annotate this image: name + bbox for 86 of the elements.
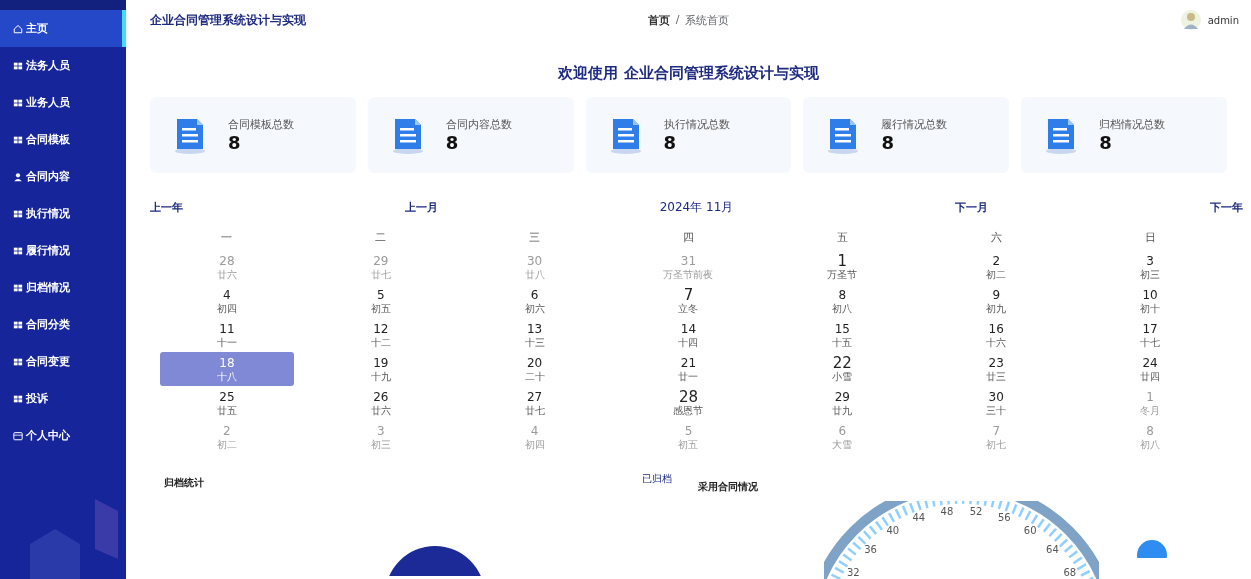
calendar-day[interactable]: 10 初十 bbox=[1083, 284, 1217, 318]
calendar-day[interactable]: 16 十六 bbox=[929, 318, 1064, 352]
calendar-day[interactable]: 21 廿一 bbox=[621, 352, 756, 386]
welcome-heading: 欢迎使用 企业合同管理系统设计与实现 bbox=[557, 64, 820, 83]
prev-month-button[interactable]: 上一月 bbox=[404, 200, 438, 215]
calendar-day[interactable]: 20 二十 bbox=[467, 352, 602, 386]
chart-legend: 已归档 bbox=[641, 472, 672, 486]
sidebar-item[interactable]: 合同模板 bbox=[0, 121, 126, 158]
grid-icon bbox=[13, 393, 23, 404]
weekday-label: 二 bbox=[374, 230, 388, 246]
calendar-day[interactable]: 15 十五 bbox=[775, 318, 910, 352]
next-year-button[interactable]: 下一年 bbox=[1210, 200, 1243, 215]
weekday-label: 五 bbox=[835, 230, 849, 246]
grid-icon bbox=[13, 282, 23, 293]
app-title: 企业合同管理系统设计与实现 bbox=[150, 11, 307, 29]
sidebar-item[interactable]: 合同分类 bbox=[0, 306, 126, 343]
sidebar-item[interactable]: 业务人员 bbox=[0, 84, 126, 121]
weekday-label: 一 bbox=[220, 230, 234, 246]
calendar-day[interactable]: 4 初四 bbox=[160, 284, 294, 318]
sidebar-item[interactable]: 个人中心 bbox=[0, 417, 126, 454]
calendar-day[interactable]: 1 万圣节 bbox=[775, 250, 910, 284]
calendar-day[interactable]: 25 廿五 bbox=[160, 386, 294, 420]
calendar-day[interactable]: 2 初二 bbox=[929, 250, 1064, 284]
weekday-label: 四 bbox=[682, 230, 695, 246]
weekday-label: 日 bbox=[1143, 230, 1157, 246]
calendar-title: 2024年 11月 bbox=[659, 199, 734, 216]
calendar-day[interactable]: 8 初八 bbox=[775, 284, 910, 318]
prev-year-button[interactable]: 上一年 bbox=[150, 200, 183, 215]
sidebar-item[interactable]: 法务人员 bbox=[0, 47, 126, 84]
gauge-drawing: 32 36 40 44 48 52 56 60 64 68 bbox=[823, 501, 1099, 579]
calendar-day[interactable]: 14 十四 bbox=[621, 318, 756, 352]
calendar-day[interactable]: 12 十二 bbox=[313, 318, 448, 352]
stat-value: 8 bbox=[228, 132, 242, 153]
grid-icon bbox=[13, 134, 23, 145]
sidebar-item[interactable]: 执行情况 bbox=[0, 195, 126, 232]
stat-label: 合同模板总数 bbox=[228, 117, 294, 132]
calendar-day[interactable]: 30 三十 bbox=[929, 386, 1064, 420]
calendar-day[interactable]: 3 初三 bbox=[1083, 250, 1217, 284]
sidebar-item[interactable]: 履行情况 bbox=[0, 232, 126, 269]
calendar-day[interactable]: 27 廿七 bbox=[467, 386, 602, 420]
grid-icon bbox=[13, 356, 23, 367]
stat-label: 归档情况总数 bbox=[1099, 117, 1166, 132]
stat-value: 8 bbox=[881, 132, 895, 153]
stat-value: 8 bbox=[445, 132, 460, 153]
calendar-day[interactable]: 22 小雪 bbox=[775, 352, 910, 386]
calendar-day[interactable]: 9 初九 bbox=[929, 284, 1064, 318]
card-icon bbox=[13, 430, 23, 441]
calendar-day[interactable]: 26 廿六 bbox=[313, 386, 448, 420]
sidebar-item[interactable]: 归档情况 bbox=[0, 269, 126, 306]
stat-value: 8 bbox=[663, 132, 678, 153]
weekday-label: 六 bbox=[989, 230, 1003, 246]
breadcrumb-link[interactable]: 首页 bbox=[647, 12, 670, 28]
calendar-day[interactable]: 7 立冬 bbox=[621, 284, 756, 318]
stat-label: 合同内容总数 bbox=[445, 117, 512, 132]
next-month-button[interactable]: 下一月 bbox=[955, 200, 989, 215]
panel-title: 采用合同情况 bbox=[697, 480, 758, 494]
calendar-day[interactable]: 6 初六 bbox=[467, 284, 602, 318]
grid-icon bbox=[13, 319, 23, 330]
sidebar-item[interactable]: 投诉 bbox=[0, 380, 126, 417]
calendar-day[interactable]: 19 十九 bbox=[313, 352, 448, 386]
stat-value: 8 bbox=[1099, 132, 1113, 153]
stat-label: 执行情况总数 bbox=[663, 117, 730, 132]
grid-icon bbox=[13, 97, 23, 108]
grid-icon bbox=[13, 208, 23, 219]
username[interactable]: admin bbox=[1207, 14, 1239, 26]
home-icon bbox=[13, 23, 23, 34]
weekday-label: 三 bbox=[528, 230, 542, 246]
person-icon bbox=[13, 171, 23, 182]
grid-icon bbox=[13, 245, 23, 256]
grid-icon bbox=[13, 60, 23, 71]
calendar-day[interactable]: 23 廿三 bbox=[929, 352, 1064, 386]
breadcrumb-separator: / bbox=[675, 12, 680, 28]
panel-title: 归档统计 bbox=[164, 476, 204, 490]
calendar-day[interactable]: 24 廿四 bbox=[1083, 352, 1217, 386]
calendar-day[interactable]: 13 十三 bbox=[467, 318, 602, 352]
sidebar-item[interactable]: 合同变更 bbox=[0, 343, 126, 380]
calendar-day[interactable]: 11 十一 bbox=[160, 318, 294, 352]
sidebar-item[interactable]: 主页 bbox=[0, 10, 126, 47]
sidebar-item[interactable]: 合同内容 bbox=[0, 158, 126, 195]
avatar-icon bbox=[1179, 9, 1202, 31]
breadcrumb-link[interactable]: 系统首页 bbox=[685, 12, 730, 28]
calendar-day[interactable]: 29 廿九 bbox=[775, 386, 910, 420]
calendar-day[interactable]: 17 十七 bbox=[1083, 318, 1217, 352]
calendar-day[interactable]: 28 感恩节 bbox=[621, 386, 756, 420]
calendar-day[interactable]: 5 初五 bbox=[313, 284, 448, 318]
stat-label: 履行情况总数 bbox=[881, 117, 948, 132]
